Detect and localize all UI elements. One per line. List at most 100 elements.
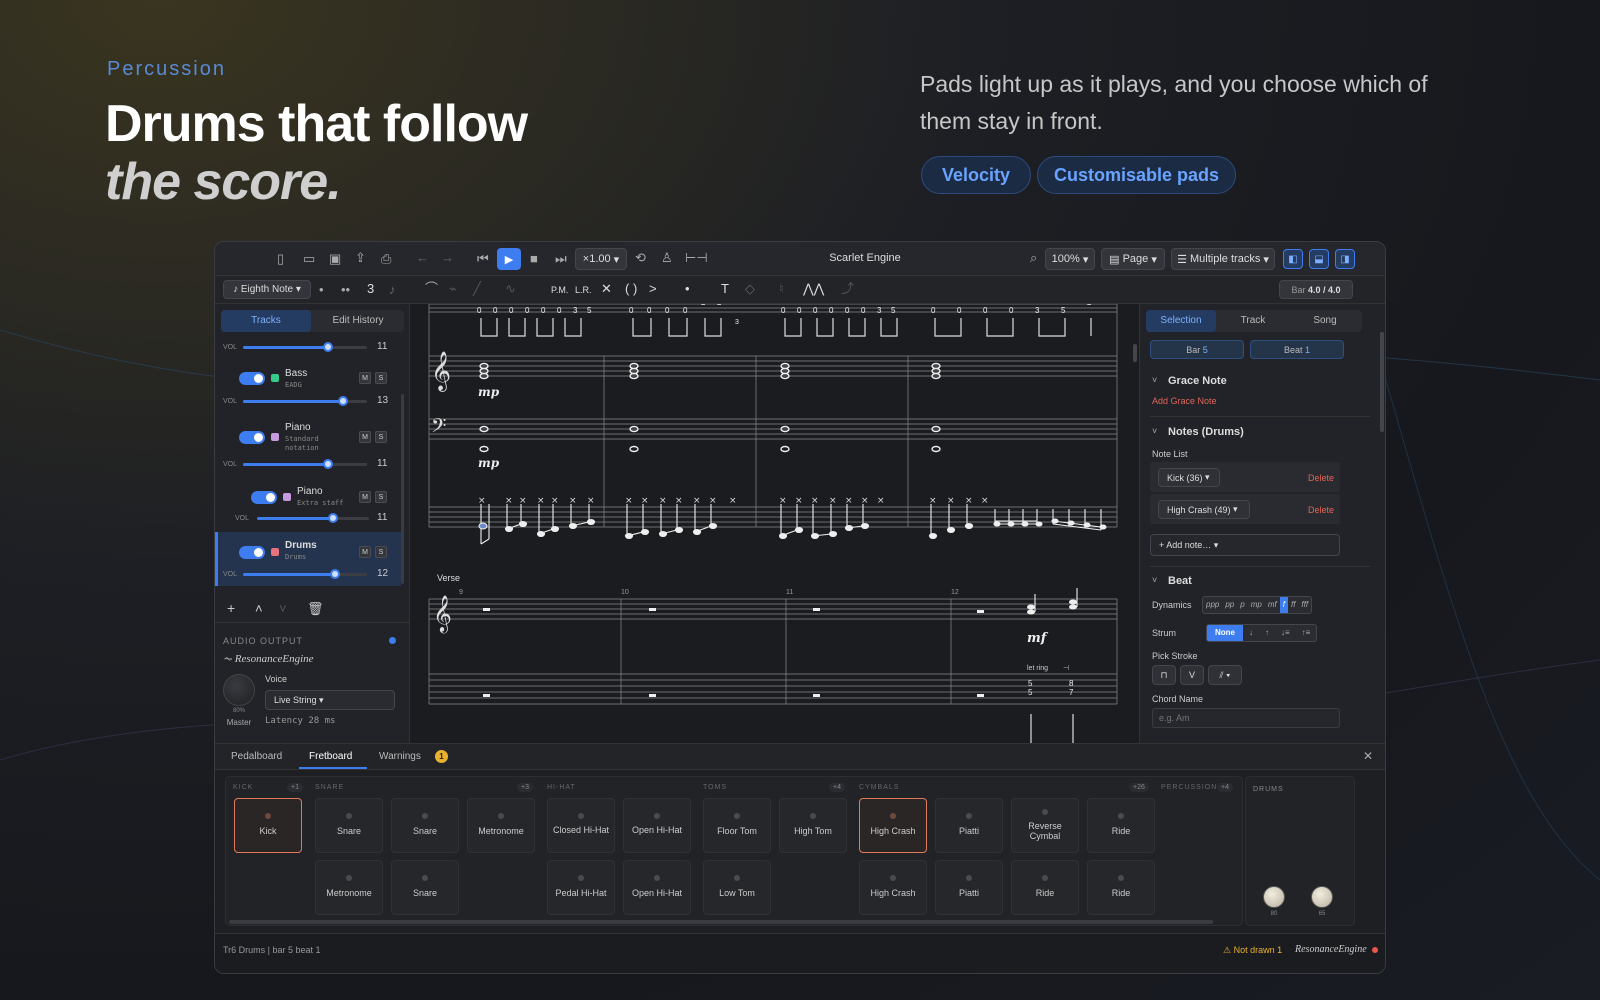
ghost-note-button[interactable]: ( ) xyxy=(625,281,637,297)
dyn-p[interactable]: p xyxy=(1237,597,1247,613)
tracks-scrollbar[interactable] xyxy=(401,394,404,584)
strum-selector[interactable]: None ↓ ↑ ↓≡ ↑≡ xyxy=(1206,624,1318,642)
rewind-icon[interactable]: ⏮ xyxy=(477,251,489,267)
tab-warnings[interactable]: Warnings xyxy=(379,751,421,762)
pad-ride[interactable]: Ride xyxy=(1087,798,1155,853)
dyn-mp[interactable]: mp xyxy=(1248,597,1265,613)
pad-snare-3[interactable]: Snare xyxy=(391,860,459,915)
chord-icon[interactable]: ♮ xyxy=(779,281,784,297)
vibrato-icon[interactable]: ∿ xyxy=(505,281,516,297)
zoom-select[interactable]: 100% ▾ xyxy=(1045,248,1095,270)
tab-edit-history[interactable]: Edit History xyxy=(313,310,403,332)
beat-field[interactable]: Beat 1 xyxy=(1250,340,1344,359)
staccato-icon[interactable]: • xyxy=(685,281,690,297)
tab-selection[interactable]: Selection xyxy=(1146,310,1216,332)
pad-floor-tom[interactable]: Floor Tom xyxy=(703,798,771,853)
pad-snare[interactable]: Snare xyxy=(315,798,383,853)
pad-closed-hihat[interactable]: Closed Hi-Hat xyxy=(547,798,615,853)
pad-metronome[interactable]: Metronome xyxy=(467,798,535,853)
loop-icon[interactable]: ⟲ xyxy=(635,250,646,266)
bottom-panel-toggle-icon[interactable]: ⬓ xyxy=(1309,249,1329,269)
new-file-icon[interactable]: ▯ xyxy=(277,251,284,267)
strum-down[interactable]: ↓ xyxy=(1243,625,1259,641)
pad-piatti[interactable]: Piatti xyxy=(935,798,1003,853)
dead-note-icon[interactable]: ✕ xyxy=(601,281,612,297)
save-icon[interactable]: ▣ xyxy=(329,251,341,267)
double-dot-icon[interactable]: •• xyxy=(341,282,350,298)
pad-ride-3[interactable]: Ride xyxy=(1087,860,1155,915)
right-panel-toggle-icon[interactable]: ◨ xyxy=(1335,249,1355,269)
bar-field[interactable]: Bar 5 xyxy=(1150,340,1244,359)
track-3-solo-button[interactable]: S xyxy=(375,491,387,503)
track-2-mute-button[interactable]: M xyxy=(359,431,371,443)
arpeggio-icon[interactable]: ⤴ xyxy=(841,281,854,297)
track-1-toggle[interactable] xyxy=(239,372,265,385)
dynamics-selector[interactable]: ppp pp p mp mf f ff fff xyxy=(1202,596,1313,614)
pad-high-crash-2[interactable]: High Crash xyxy=(859,860,927,915)
undo-icon[interactable]: ← xyxy=(416,250,429,266)
speed-select[interactable]: ×1.00 ▾ xyxy=(575,248,627,270)
open-folder-icon[interactable]: ▭ xyxy=(303,251,315,267)
tab-pedalboard[interactable]: Pedalboard xyxy=(231,751,282,762)
pad-high-tom[interactable]: High Tom xyxy=(779,798,847,853)
tie-icon[interactable]: ⌒ xyxy=(425,281,438,297)
strum-none[interactable]: None xyxy=(1207,625,1243,641)
chevron-down-icon[interactable]: ˅ xyxy=(1152,575,1157,585)
pad-reverse-cymbal[interactable]: Reverse Cymbal xyxy=(1011,798,1079,853)
duration-select[interactable]: ♪ Eighth Note ▾ xyxy=(223,280,311,299)
delete-track-icon[interactable]: 🗑 xyxy=(307,601,324,617)
text-tool-button[interactable]: T xyxy=(721,281,729,297)
tab-track[interactable]: Track xyxy=(1218,310,1288,332)
pads-scrollbar[interactable] xyxy=(229,920,1213,924)
pad-metronome-2[interactable]: Metronome xyxy=(315,860,383,915)
inspector-scrollbar[interactable] xyxy=(1380,332,1384,432)
track-4-toggle[interactable] xyxy=(239,546,265,559)
tremolo-select[interactable]: ⫽ ▾ xyxy=(1208,665,1242,685)
status-warning[interactable]: ⚠ Not drawn 1 xyxy=(1223,945,1282,956)
play-button[interactable]: ▶ xyxy=(497,248,521,270)
next-icon[interactable]: ⏭ xyxy=(555,251,567,267)
note-select-kick[interactable]: Kick (36) ▾ xyxy=(1158,468,1220,487)
pad-low-tom[interactable]: Low Tom xyxy=(703,860,771,915)
marker-icon[interactable]: ◇ xyxy=(745,281,755,297)
track-4-mute-button[interactable]: M xyxy=(359,546,371,558)
pad-open-hihat-2[interactable]: Open Hi-Hat xyxy=(623,860,691,915)
dyn-fff[interactable]: fff xyxy=(1298,597,1311,613)
pill-customisable-pads[interactable]: Customisable pads xyxy=(1037,156,1236,194)
tab-fretboard[interactable]: Fretboard xyxy=(309,751,352,762)
pad-pedal-hihat[interactable]: Pedal Hi-Hat xyxy=(547,860,615,915)
master-knob[interactable] xyxy=(223,674,255,706)
tab-tracks[interactable]: Tracks xyxy=(221,310,311,332)
wah-icon[interactable]: ⋀⋀ xyxy=(803,281,824,297)
track-4-volume-slider[interactable] xyxy=(243,569,367,579)
downstroke-icon[interactable]: ⊓ xyxy=(1152,665,1176,685)
strum-down-fast[interactable]: ↓≡ xyxy=(1275,625,1296,641)
left-panel-toggle-icon[interactable]: ◧ xyxy=(1283,249,1303,269)
slide-icon[interactable]: ⌁ xyxy=(449,281,457,297)
track-3-volume-slider[interactable] xyxy=(257,513,369,523)
track-1-solo-button[interactable]: S xyxy=(375,372,387,384)
add-note-select[interactable]: + Add note… ▾ xyxy=(1150,534,1340,556)
strum-up-fast[interactable]: ↑≡ xyxy=(1296,625,1317,641)
chevron-down-icon[interactable]: ˅ xyxy=(1152,375,1157,385)
pad-snare-2[interactable]: Snare xyxy=(391,798,459,853)
dyn-f[interactable]: f xyxy=(1279,597,1288,613)
close-icon[interactable]: ✕ xyxy=(1363,749,1373,763)
chord-name-input[interactable] xyxy=(1152,708,1340,728)
dyn-ppp[interactable]: ppp xyxy=(1203,597,1222,613)
add-track-icon[interactable]: + xyxy=(227,600,235,616)
count-in-icon[interactable]: ⊢⊣ xyxy=(685,250,708,266)
track-3-toggle[interactable] xyxy=(251,491,277,504)
delete-note-button[interactable]: Delete xyxy=(1308,505,1334,515)
pill-velocity[interactable]: Velocity xyxy=(921,156,1031,194)
palm-mute-button[interactable]: P.M. xyxy=(551,282,568,298)
strum-up[interactable]: ↑ xyxy=(1259,625,1275,641)
track-1-mute-button[interactable]: M xyxy=(359,372,371,384)
track-3-mute-button[interactable]: M xyxy=(359,491,371,503)
export-icon[interactable]: ⇪ xyxy=(355,250,366,266)
bend-icon[interactable]: ╱ xyxy=(473,281,481,297)
stop-icon[interactable]: ■ xyxy=(530,251,538,267)
tracks-view-select[interactable]: ☰ Multiple tracks ▾ xyxy=(1171,248,1275,270)
grace-icon[interactable]: ♪ xyxy=(389,282,396,298)
track-2-solo-button[interactable]: S xyxy=(375,431,387,443)
